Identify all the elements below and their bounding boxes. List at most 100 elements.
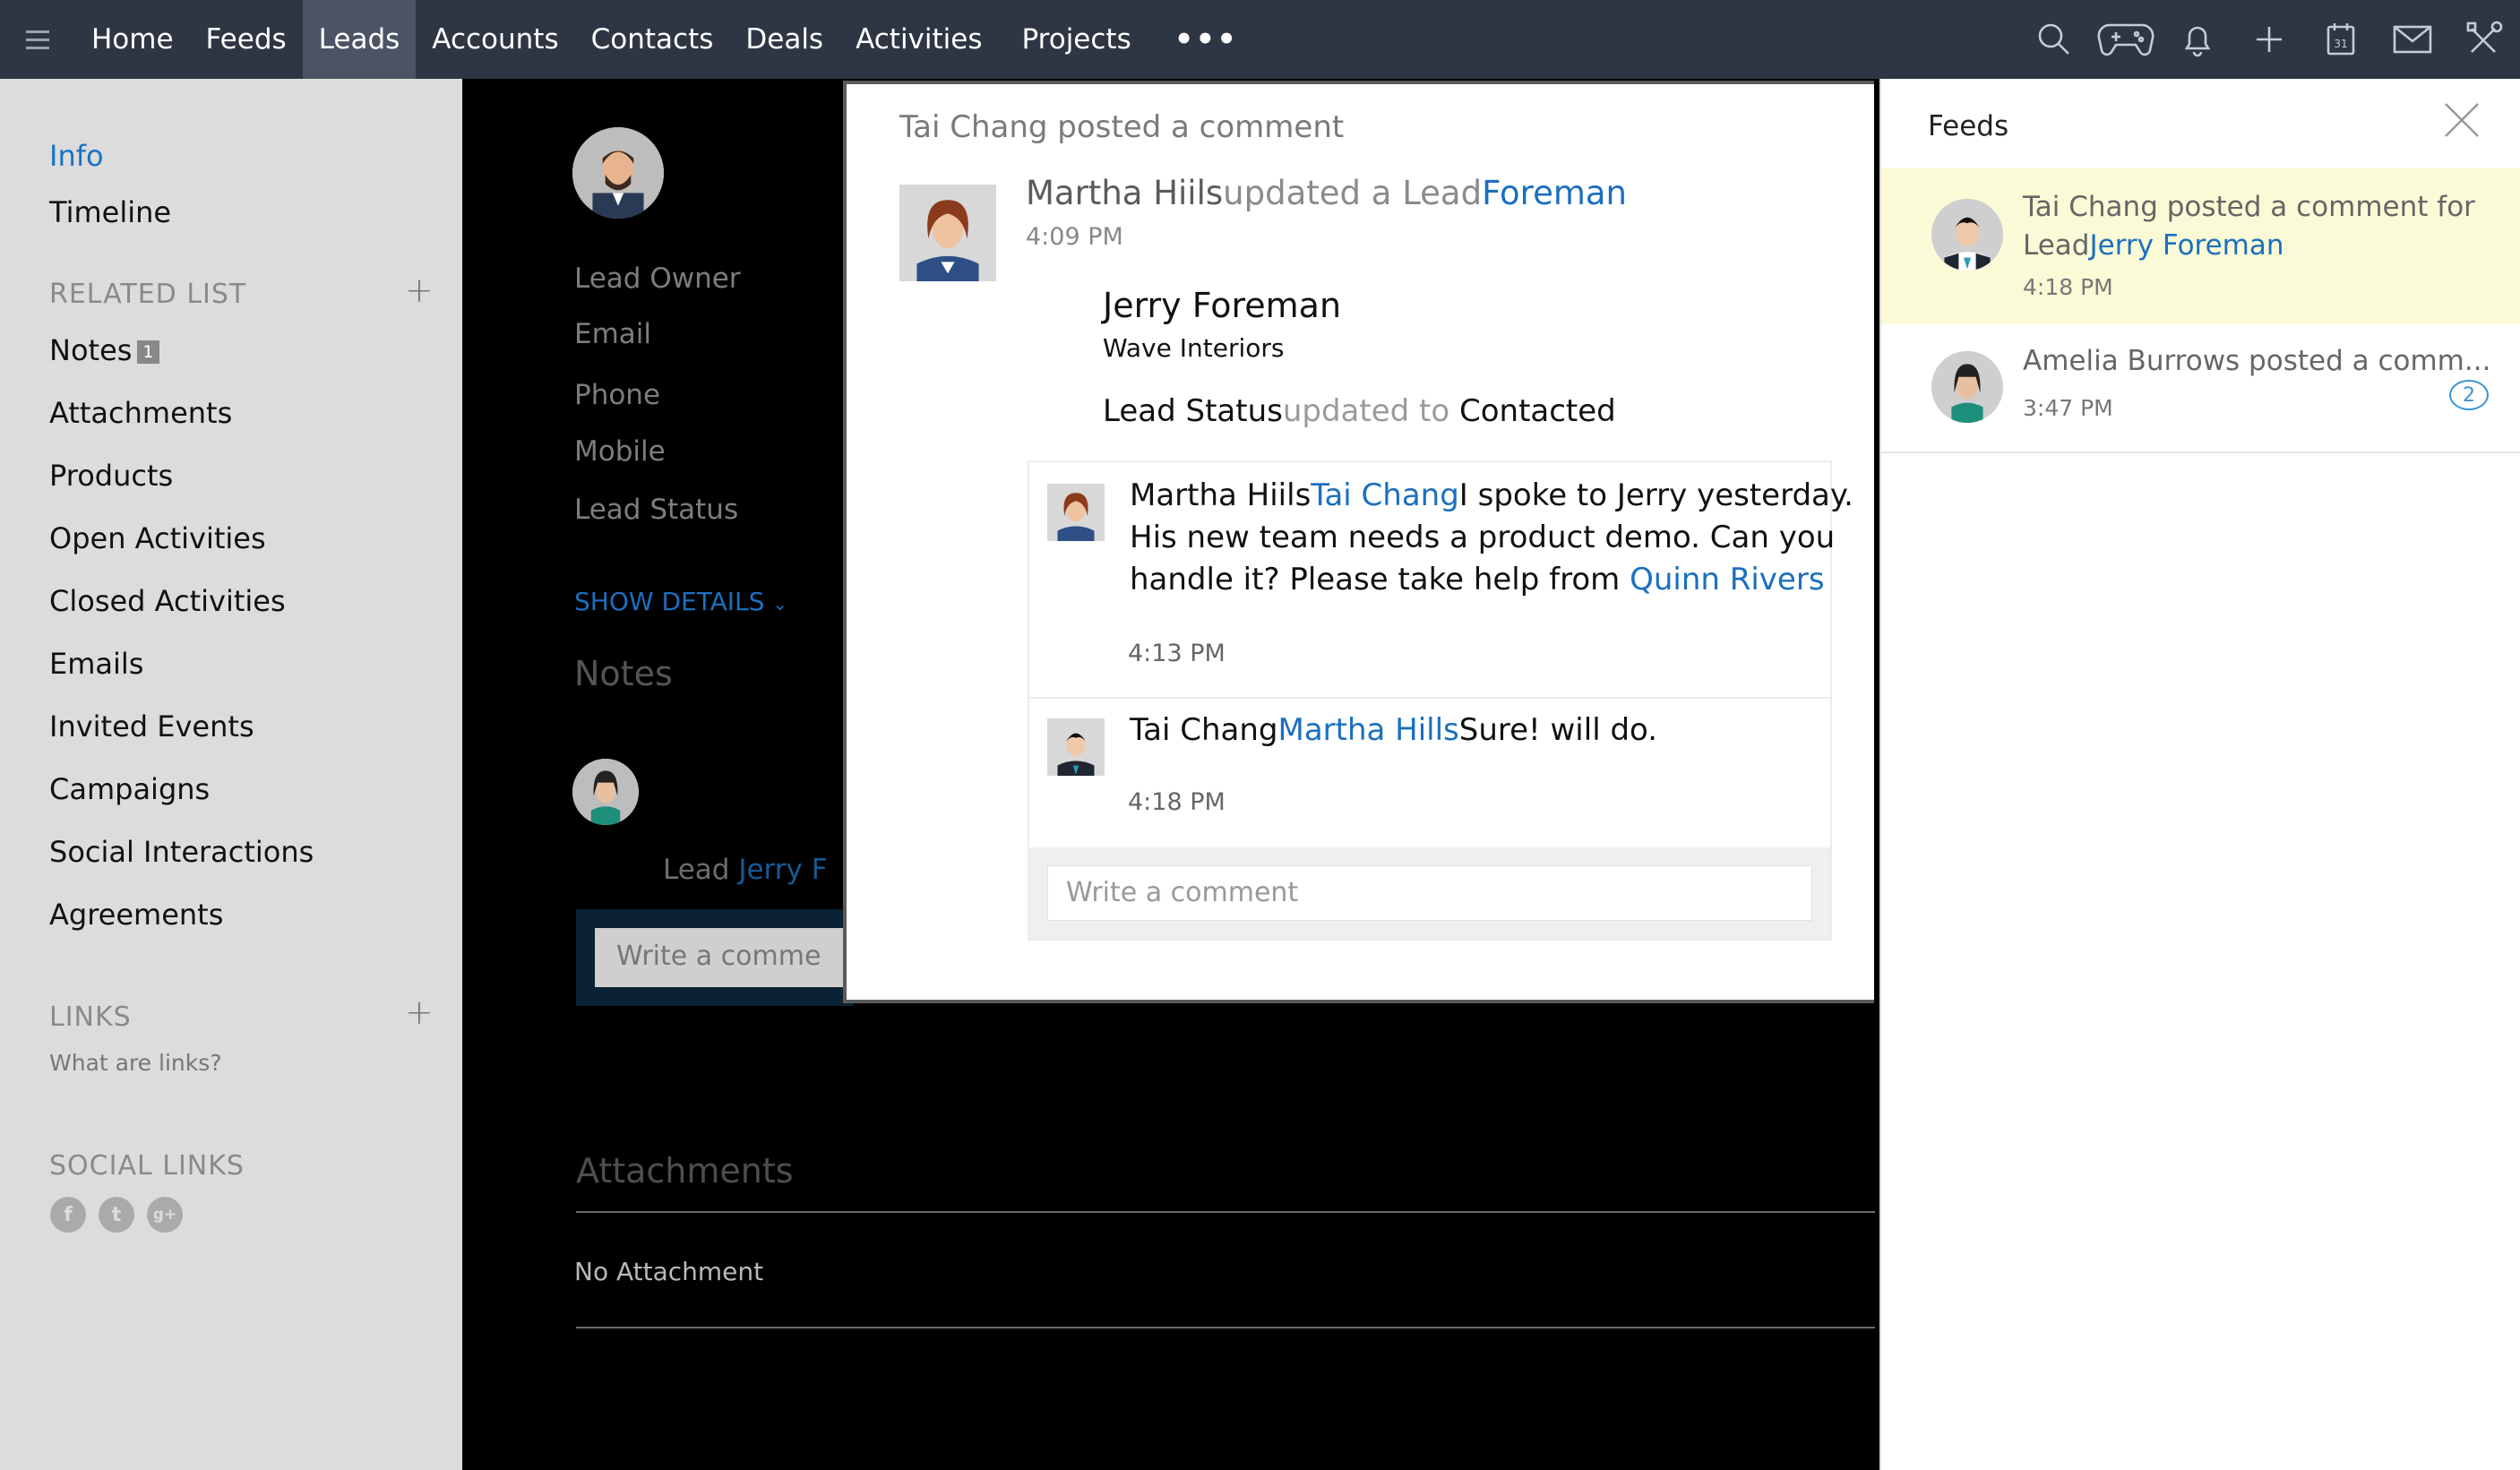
nav-deals[interactable]: Deals <box>729 0 839 79</box>
feed-message: Tai Chang posted a comment for <box>2023 191 2475 223</box>
sidebar-item-social-interactions[interactable]: Social Interactions <box>49 835 314 869</box>
sidebar-item-open-activities[interactable]: Open Activities <box>49 521 266 555</box>
reply-author-avatar <box>1047 718 1105 776</box>
feed-text: Tai Chang posted a comment for LeadJerry… <box>2023 188 2475 265</box>
popup-action: updated a Lead <box>1223 174 1483 212</box>
status-value: Contacted <box>1458 393 1616 429</box>
nav-projects[interactable]: Projects <box>999 0 1148 79</box>
write-comment-area: Write a comment <box>1029 847 1830 939</box>
sidebar-item-invited-events[interactable]: Invited Events <box>49 709 254 744</box>
comment-body: Martha HiilsTai ChangI spoke to Jerry ye… <box>1130 475 1853 601</box>
close-icon[interactable] <box>2442 100 2481 140</box>
feed-time: 4:18 PM <box>2023 274 2113 300</box>
nav-activities[interactable]: Activities <box>839 0 998 79</box>
top-toolbar: 31 <box>2018 0 2520 79</box>
links-header: LINKS <box>49 1001 132 1033</box>
no-attachment-text: No Attachment <box>574 1257 764 1286</box>
field-label-lead-status: Lead Status <box>574 494 739 526</box>
sidebar-item-info[interactable]: Info <box>49 139 104 173</box>
comment-thread: Martha HiilsTai ChangI spoke to Jerry ye… <box>1028 460 1853 941</box>
menu-icon[interactable] <box>0 0 75 79</box>
nav-contacts[interactable]: Contacts <box>575 0 730 79</box>
feeds-title: Feeds <box>1928 110 2009 142</box>
reply-time: 4:18 PM <box>1128 788 1226 816</box>
note-lead-link[interactable]: Jerry F <box>738 854 827 886</box>
attachments-section-title: Attachments <box>576 1151 794 1191</box>
sidebar-item-emails[interactable]: Emails <box>49 647 143 681</box>
divider <box>576 1327 1875 1328</box>
feed-prefix: Lead <box>2023 229 2090 262</box>
plus-icon[interactable] <box>2233 0 2305 79</box>
google-plus-icon[interactable]: g+ <box>147 1197 183 1233</box>
status-label: Lead Status <box>1103 393 1283 429</box>
comment-line-3: handle it? Please take help from <box>1130 562 1621 597</box>
note-lead-line: Lead Jerry F <box>663 854 828 886</box>
bell-icon[interactable] <box>2162 0 2233 79</box>
divider <box>1029 697 1830 699</box>
tools-icon[interactable] <box>2448 0 2520 79</box>
social-links-header: SOCIAL LINKS <box>49 1150 245 1182</box>
feed-item[interactable]: Tai Chang posted a comment for LeadJerry… <box>1881 168 2520 324</box>
sidebar-item-closed-activities[interactable]: Closed Activities <box>49 584 286 618</box>
note-lead-prefix: Lead <box>663 854 730 886</box>
note-author-avatar <box>572 759 639 825</box>
comment-mention-2[interactable]: Quinn Rivers <box>1630 562 1824 597</box>
twitter-icon[interactable]: t <box>99 1197 134 1233</box>
sidebar-item-notes[interactable]: Notes 1 <box>49 333 159 367</box>
sidebar-item-products[interactable]: Products <box>49 459 173 493</box>
what-are-links-link[interactable]: What are links? <box>49 1050 222 1076</box>
sidebar-item-timeline[interactable]: Timeline <box>49 195 171 229</box>
feeds-panel: Feeds Tai Chang posted a comment for Lea… <box>1879 79 2520 1470</box>
popup-time: 4:09 PM <box>1026 223 1123 251</box>
field-label-email: Email <box>574 318 652 350</box>
feed-message: Amelia Burrows posted a comm... <box>2023 345 2491 377</box>
sidebar-item-label: Notes <box>49 333 133 367</box>
popup-lead-name[interactable]: Jerry Foreman <box>1103 286 1341 325</box>
calendar-day: 31 <box>2334 38 2347 50</box>
write-comment-input[interactable]: Write a comment <box>1047 865 1812 921</box>
show-details-link[interactable]: SHOW DETAILS ⌄ <box>574 587 787 616</box>
nav-leads[interactable]: Leads <box>302 0 417 79</box>
feed-item[interactable]: Amelia Burrows posted a comm... 3:47 PM … <box>1881 326 2520 453</box>
calendar-icon[interactable]: 31 <box>2305 0 2377 79</box>
search-icon[interactable] <box>2018 0 2090 79</box>
record-sidebar: Info Timeline RELATED LIST + Notes 1 Atta… <box>0 79 462 1470</box>
comment-author-avatar <box>1047 484 1105 541</box>
nav-feeds[interactable]: Feeds <box>190 0 303 79</box>
status-mid: updated to <box>1282 393 1450 429</box>
comment-line-1: I spoke to Jerry yesterday. <box>1458 477 1853 513</box>
popup-author-line: Martha Hiilsupdated a LeadForeman <box>1026 174 1627 212</box>
comment-author[interactable]: Martha Hiils <box>1130 477 1311 513</box>
more-nav-icon[interactable]: ••• <box>1148 21 1265 57</box>
related-list-header: RELATED LIST <box>49 279 247 310</box>
reply-author[interactable]: Tai Chang <box>1130 712 1277 748</box>
sidebar-item-attachments[interactable]: Attachments <box>49 396 232 430</box>
nav-accounts[interactable]: Accounts <box>416 0 574 79</box>
comment-count-badge[interactable]: 2 <box>2449 380 2489 410</box>
comment-mention[interactable]: Tai Chang <box>1311 477 1458 513</box>
top-nav: Home Feeds Leads Accounts Contacts Deals… <box>0 0 2520 79</box>
divider <box>576 1211 1875 1213</box>
reply-mention[interactable]: Martha Hills <box>1277 712 1458 748</box>
note-comment-input[interactable]: Write a comme <box>595 928 855 987</box>
popup-author[interactable]: Martha Hiils <box>1026 174 1223 212</box>
lead-owner-avatar <box>572 127 664 219</box>
martha-avatar <box>899 185 996 281</box>
feed-lead-link[interactable]: Jerry Foreman <box>2089 229 2283 262</box>
popup-lead-link[interactable]: Foreman <box>1482 174 1627 212</box>
reply-text: Sure! will do. <box>1458 712 1658 748</box>
gamepad-icon[interactable] <box>2090 0 2162 79</box>
reply-body: Tai ChangMartha HillsSure! will do. <box>1130 709 1657 752</box>
feed-time: 3:47 PM <box>2023 395 2113 421</box>
notes-section-title: Notes <box>574 654 673 693</box>
chevron-down-icon: ⌄ <box>772 593 788 615</box>
nav-home[interactable]: Home <box>75 0 190 79</box>
popup-company: Wave Interiors <box>1103 333 1285 363</box>
sidebar-item-campaigns[interactable]: Campaigns <box>49 772 210 806</box>
comment-line-2: His new team needs a product demo. Can y… <box>1130 520 1836 555</box>
add-related-icon[interactable]: + <box>405 271 434 310</box>
add-link-icon[interactable]: + <box>405 993 434 1032</box>
facebook-icon[interactable]: f <box>50 1197 86 1233</box>
sidebar-item-agreements[interactable]: Agreements <box>49 898 223 932</box>
mail-icon[interactable] <box>2377 0 2448 79</box>
